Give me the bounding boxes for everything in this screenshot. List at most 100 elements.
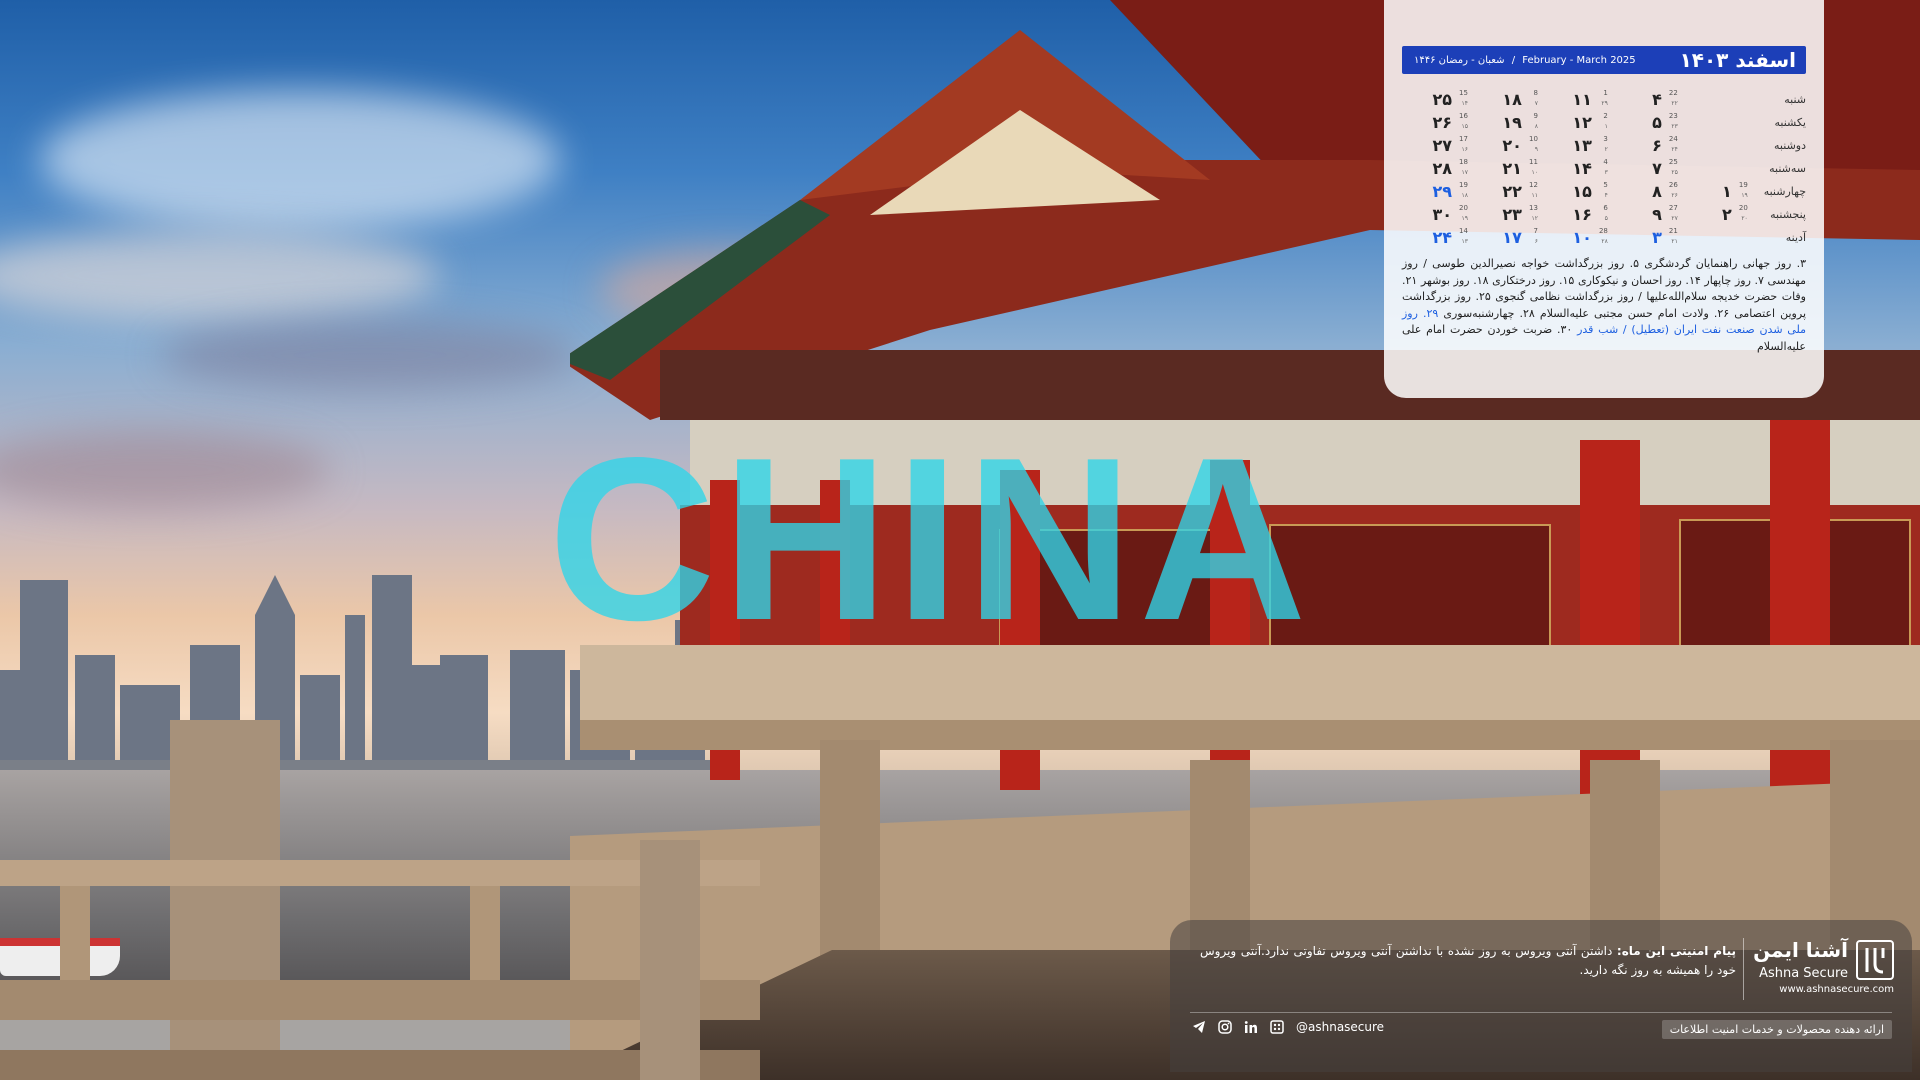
telegram-icon[interactable]	[1192, 1020, 1206, 1034]
gregorian-date: 8	[1533, 89, 1538, 97]
hijri-date: ۳	[1604, 169, 1608, 176]
hijri-date: ۱۱	[1531, 192, 1538, 199]
gregorian-date: 9	[1533, 112, 1538, 120]
hijri-date: ۲۲	[1671, 100, 1678, 107]
hijri-date: ۱۷	[1461, 169, 1468, 176]
calendar-day-cell[interactable]: 3 ۲ ۱۳	[1542, 134, 1612, 157]
social-handle[interactable]: @ashnasecure	[1296, 1020, 1384, 1034]
day-number: ۱۴	[1572, 159, 1592, 178]
linkedin-icon[interactable]	[1244, 1020, 1258, 1034]
calendar-week-row: یکشنبه 23 ۲۳ ۵ 2 ۱ ۱۲ 9 ۸ ۱۹ 16 ۱۵ ۲۶	[1402, 111, 1806, 134]
hijri-date: ۲۴	[1671, 146, 1678, 153]
calendar-week-row: دوشنبه 24 ۲۴ ۶ 3 ۲ ۱۳ 10 ۹ ۲۰ 17 ۱۶ ۲۷	[1402, 134, 1806, 157]
day-number: ۹	[1652, 205, 1662, 224]
brand-url: www.ashnasecure.com	[1779, 984, 1894, 995]
day-number: ۲۲	[1502, 182, 1522, 201]
calendar-day-cell[interactable]: 1 ۲۹ ۱۱	[1542, 88, 1612, 111]
calendar-day-cell[interactable]: 15 ۱۴ ۲۵	[1402, 88, 1472, 111]
calendar-week-row: پنجشنبه 20 ۲۰ ۲ 27 ۲۷ ۹ 6 ۵ ۱۶ 13 ۱۲ ۲۳ 20 ۱۹ ۳۰	[1402, 203, 1806, 226]
gregorian-date: 11	[1529, 158, 1538, 166]
gregorian-date: 25	[1668, 158, 1678, 166]
calendar-grid: شنبه 22 ۲۲ ۴ 1 ۲۹ ۱۱ 8 ۷ ۱۸ 15 ۱۴ ۲۵ یکشنبه 23 ۲۳ ۵ 2 ۱ ۱۲ 9…	[1402, 88, 1806, 249]
hijri-date: ۷	[1534, 100, 1538, 107]
security-message-title: پیام امنیتی این ماه:	[1616, 944, 1736, 958]
hijri-date: ۱۶	[1461, 146, 1468, 153]
calendar-week-row: چهارشنبه 19 ۱۹ ۱ 26 ۲۶ ۸ 5 ۴ ۱۵ 12 ۱۱ ۲۲ 19 ۱۸ ۲۹	[1402, 180, 1806, 203]
gregorian-date: 3	[1603, 135, 1608, 143]
day-number: ۵	[1652, 113, 1662, 132]
calendar-day-cell[interactable]: 4 ۳ ۱۴	[1542, 157, 1612, 180]
hijri-date: ۲۹	[1601, 100, 1608, 107]
day-number: ۶	[1652, 136, 1662, 155]
day-number: ۳	[1652, 228, 1662, 247]
hijri-date: ۱۴	[1461, 100, 1468, 107]
calendar-day-cell[interactable]: 20 ۲۰ ۲	[1682, 203, 1752, 226]
calendar-day-cell[interactable]: 10 ۹ ۲۰	[1472, 134, 1542, 157]
cloud	[40, 90, 560, 230]
calendar-day-cell[interactable]: 2 ۱ ۱۲	[1542, 111, 1612, 134]
gregorian-date: 15	[1459, 89, 1468, 97]
calendar-day-cell[interactable]: 27 ۲۷ ۹	[1612, 203, 1682, 226]
calendar-subtitle: شعبان - رمضان ۱۴۴۶ / February - March 20…	[1412, 55, 1638, 66]
gregorian-date: 21	[1668, 227, 1678, 235]
ashna-logo-icon	[1856, 940, 1894, 980]
day-number: ۱۰	[1572, 228, 1592, 247]
calendar-day-cell[interactable]: 13 ۱۲ ۲۳	[1472, 203, 1542, 226]
calendar-day-cell[interactable]: 11 ۱۰ ۲۱	[1472, 157, 1542, 180]
calendar-day-cell[interactable]: 18 ۱۷ ۲۸	[1402, 157, 1472, 180]
calendar-day-cell[interactable]: 16 ۱۵ ۲۶	[1402, 111, 1472, 134]
day-number: ۱	[1722, 182, 1732, 201]
weekday-label: شنبه	[1784, 93, 1806, 106]
calendar-day-cell[interactable]: 8 ۷ ۱۸	[1472, 88, 1542, 111]
gregorian-date: 16	[1459, 112, 1468, 120]
calendar-day-cell[interactable]: 22 ۲۲ ۴	[1612, 88, 1682, 111]
day-number: ۲۴	[1432, 228, 1452, 247]
hijri-date: ۸	[1534, 123, 1538, 130]
hijri-date: ۱۳	[1461, 238, 1468, 245]
brand-block: آشنا ایمن Ashna Secure www.ashnasecure.c…	[1753, 936, 1894, 1002]
gregorian-date: 20	[1738, 204, 1748, 212]
calendar-day-cell[interactable]: 23 ۲۳ ۵	[1612, 111, 1682, 134]
calendar-separator: /	[1511, 54, 1516, 66]
day-number: ۲	[1722, 205, 1732, 224]
instagram-icon[interactable]	[1218, 1020, 1232, 1034]
weekday-label: دوشنبه	[1774, 139, 1806, 152]
calendar-day-cell[interactable]: 6 ۵ ۱۶	[1542, 203, 1612, 226]
calendar-week-row: سه‌شنبه 25 ۲۵ ۷ 4 ۳ ۱۴ 11 ۱۰ ۲۱ 18 ۱۷ ۲۸	[1402, 157, 1806, 180]
gregorian-date: 7	[1533, 227, 1538, 235]
day-number: ۲۸	[1432, 159, 1452, 178]
gregorian-date: 26	[1668, 181, 1678, 189]
gregorian-date: 19	[1738, 181, 1748, 189]
gregorian-date: 1	[1603, 89, 1608, 97]
calendar-day-cell[interactable]: 21 ۲۱ ۳	[1612, 226, 1682, 249]
day-number: ۲۳	[1502, 205, 1522, 224]
day-number: ۷	[1652, 159, 1662, 178]
calendar-day-cell[interactable]: 12 ۱۱ ۲۲	[1472, 180, 1542, 203]
calendar-day-cell[interactable]: 7 ۶ ۱۷	[1472, 226, 1542, 249]
aparat-icon[interactable]	[1270, 1020, 1284, 1034]
calendar-day-cell[interactable]: 5 ۴ ۱۵	[1542, 180, 1612, 203]
empty-cell	[1682, 111, 1752, 134]
day-number: ۱۷	[1502, 228, 1522, 247]
calendar-day-cell[interactable]: 19 ۱۹ ۱	[1682, 180, 1752, 203]
weekday-label: یکشنبه	[1774, 116, 1807, 129]
hijri-date: ۴	[1604, 192, 1608, 199]
calendar-day-cell[interactable]: 9 ۸ ۱۹	[1472, 111, 1542, 134]
calendar-header: اسفند ۱۴۰۳ شعبان - رمضان ۱۴۴۶ / February…	[1402, 46, 1806, 74]
gregorian-date: 13	[1529, 204, 1538, 212]
day-number: ۲۷	[1432, 136, 1452, 155]
calendar-day-cell[interactable]: 28 ۲۸ ۱۰	[1542, 226, 1612, 249]
security-message-panel: آشنا ایمن Ashna Secure www.ashnasecure.c…	[1170, 920, 1912, 1072]
calendar-month-title: اسفند ۱۴۰۳	[1679, 48, 1796, 72]
hijri-date: ۲۰	[1741, 215, 1748, 222]
calendar-day-cell[interactable]: 24 ۲۴ ۶	[1612, 134, 1682, 157]
gregorian-date: 10	[1529, 135, 1538, 143]
calendar-day-cell[interactable]: 26 ۲۶ ۸	[1612, 180, 1682, 203]
hijri-date: ۲۳	[1671, 123, 1678, 130]
calendar-day-cell[interactable]: 25 ۲۵ ۷	[1612, 157, 1682, 180]
calendar-day-cell[interactable]: 17 ۱۶ ۲۷	[1402, 134, 1472, 157]
calendar-day-cell[interactable]: 19 ۱۸ ۲۹	[1402, 180, 1472, 203]
brand-name-fa: آشنا ایمن	[1753, 938, 1848, 962]
calendar-day-cell[interactable]: 14 ۱۳ ۲۴	[1402, 226, 1472, 249]
calendar-day-cell[interactable]: 20 ۱۹ ۳۰	[1402, 203, 1472, 226]
